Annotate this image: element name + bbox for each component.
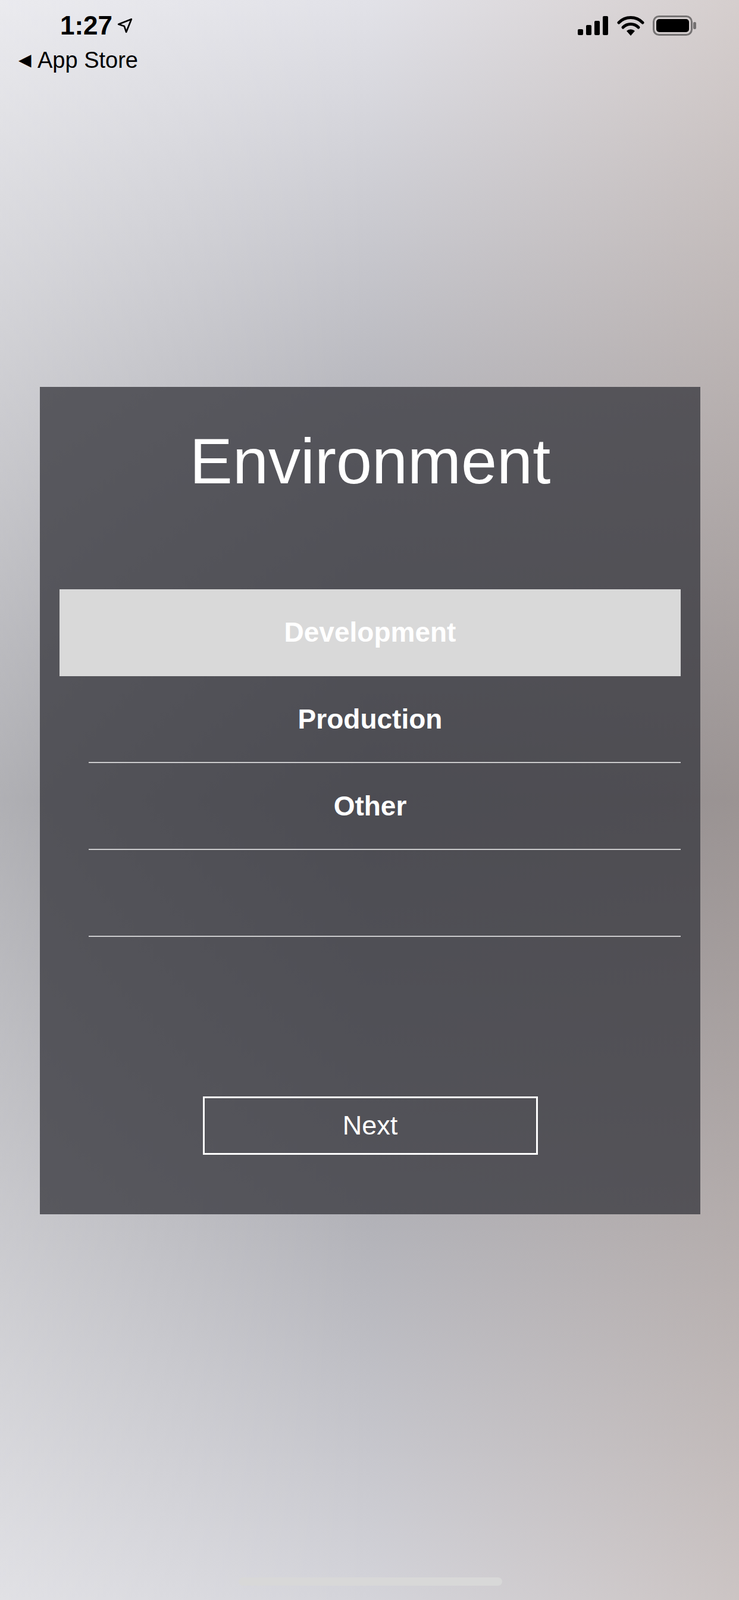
row-separator (88, 674, 681, 676)
back-label[interactable]: App Store (37, 48, 139, 72)
environment-option[interactable]: Development (59, 589, 681, 676)
option-label[interactable]: Other (333, 785, 407, 827)
option-body[interactable]: Production (59, 675, 681, 762)
environment-list: Development Production Other (39, 589, 701, 937)
environment-option[interactable]: Other (59, 762, 681, 850)
back-arrow-icon[interactable]: ◀ (18, 51, 32, 69)
row-separator (88, 935, 681, 937)
battery-icon (652, 15, 697, 36)
option-body[interactable]: Development (59, 589, 681, 675)
option-body[interactable]: Other (59, 762, 681, 849)
row-separator (88, 848, 681, 850)
screen: 1:27 ◀ App Store Environment Development… (0, 0, 739, 1600)
home-indicator (238, 1576, 503, 1586)
option-label[interactable]: Development (284, 611, 457, 653)
wifi-icon (617, 15, 645, 36)
environment-option[interactable]: Production (59, 675, 681, 763)
next-button[interactable]: Next (202, 1096, 538, 1155)
time: 1:27 (60, 12, 113, 39)
back-to-app-store[interactable]: ◀ App Store (18, 48, 721, 72)
location-icon (117, 17, 133, 34)
empty-row (59, 849, 681, 937)
option-label[interactable]: Production (298, 698, 443, 740)
panel-title: Environment (189, 422, 551, 500)
signal-icon (577, 16, 609, 36)
status-bar: 1:27 ◀ App Store (0, 0, 739, 84)
environment-panel: Environment Development Production Other N… (39, 386, 701, 1214)
option-body (59, 849, 681, 936)
row-separator (88, 761, 681, 763)
